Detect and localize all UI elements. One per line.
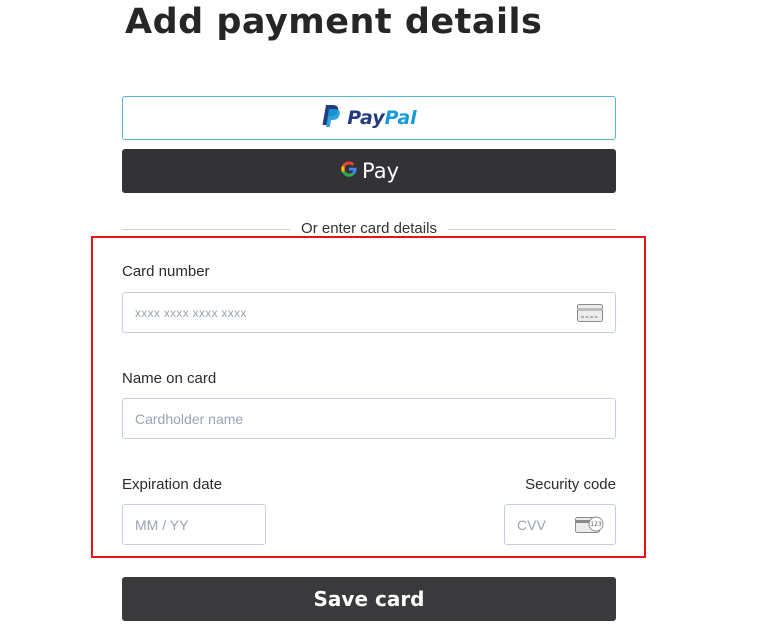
paypal-word-pay: Pay (347, 107, 385, 129)
paypal-logo-icon (321, 104, 341, 133)
cardholder-name-placeholder: Cardholder name (135, 410, 244, 427)
page-title: Add payment details (125, 2, 543, 42)
credit-card-icon (577, 304, 603, 325)
card-number-input[interactable]: xxxx xxxx xxxx xxxx (122, 292, 616, 333)
paypal-wordmark: PayPal (347, 107, 416, 129)
expiration-date-input[interactable]: MM / YY (122, 504, 266, 545)
card-number-placeholder: xxxx xxxx xxxx xxxx (135, 305, 247, 320)
card-number-label: Card number (122, 263, 210, 280)
paypal-logo: PayPal (321, 104, 417, 133)
paypal-word-pal: Pal (384, 107, 417, 129)
google-pay-word: Pay (361, 159, 400, 183)
google-g-icon (339, 159, 359, 184)
cvv-card-icon: 123 (575, 514, 605, 539)
security-code-input[interactable]: CVV 123 (504, 504, 616, 545)
google-pay-logo: Pay (339, 159, 399, 184)
cardholder-name-input[interactable]: Cardholder name (122, 398, 616, 439)
security-code-label: Security code (525, 476, 616, 493)
divider-line-right (448, 229, 616, 230)
paypal-button[interactable]: PayPal (122, 96, 616, 140)
google-pay-button[interactable]: Pay (122, 149, 616, 193)
save-card-button[interactable]: Save card (122, 577, 616, 621)
name-on-card-label: Name on card (122, 370, 217, 387)
expiration-date-placeholder: MM / YY (135, 516, 189, 533)
expiration-date-label: Expiration date (122, 476, 223, 493)
security-code-placeholder: CVV (517, 516, 546, 533)
cvv-icon-digits: 123 (590, 521, 602, 528)
